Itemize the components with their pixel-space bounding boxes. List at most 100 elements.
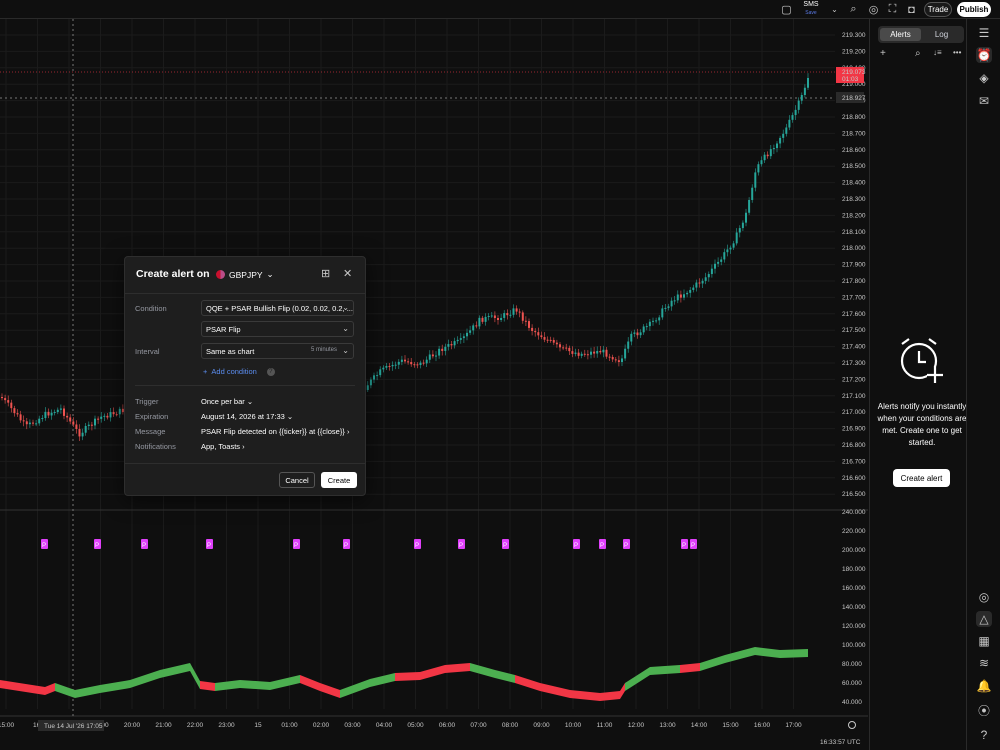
notifications-value[interactable]: App, Toasts › <box>201 442 245 451</box>
tab-alerts[interactable]: Alerts <box>880 28 921 41</box>
candle <box>655 320 658 322</box>
candle <box>369 379 372 386</box>
indicator-tick-label: 240.000 <box>842 509 866 516</box>
camera-icon[interactable]: ◘ <box>905 3 918 16</box>
candle <box>497 317 499 320</box>
qqe-band-segment <box>650 665 680 675</box>
candle <box>115 414 118 416</box>
sms-label[interactable]: SMS <box>800 1 822 9</box>
currency-flag-icon <box>216 270 225 279</box>
candle <box>22 420 25 422</box>
time-tick-label: 21:00 <box>155 722 172 729</box>
candle <box>78 429 81 437</box>
candle <box>738 228 741 233</box>
alerts-panel: Alerts Log + ⌕ ↓≡ ••• Alerts notify you … <box>869 19 966 750</box>
time-tick-label: 03:00 <box>344 722 361 729</box>
psar-marker-label: P <box>95 543 99 549</box>
apps-grid-icon[interactable]: ⦿ <box>976 702 992 718</box>
interval-select[interactable]: Same as chart 5 minutes ⌄ <box>201 343 354 359</box>
condition-select[interactable]: QQE + PSAR Bullish Flip (0.02, 0.02, 0.2… <box>201 300 354 316</box>
candle <box>599 350 602 353</box>
add-to-watch-icon[interactable]: ⊞ <box>321 267 330 280</box>
candle <box>438 348 441 356</box>
candle <box>720 259 723 262</box>
condition-sub-select[interactable]: PSAR Flip ⌄ <box>201 321 354 337</box>
time-tick-label: 15:00 <box>722 722 739 729</box>
layers-icon[interactable]: ◈ <box>976 70 992 86</box>
message-value[interactable]: PSAR Flip detected on {{ticker}} at {{cl… <box>201 427 349 436</box>
candle <box>450 344 453 346</box>
help-icon[interactable]: ? <box>266 367 275 376</box>
qqe-band-segment <box>320 683 340 698</box>
settings-icon[interactable]: ◎ <box>867 3 880 16</box>
target-icon[interactable]: ◎ <box>976 589 992 605</box>
time-tick-label: 23:00 <box>218 722 235 729</box>
chevron-down-icon: ⌄ <box>266 269 274 279</box>
candle <box>555 342 558 345</box>
fullscreen-icon[interactable]: ▢ <box>780 3 793 16</box>
cancel-button[interactable]: Cancel <box>279 472 315 488</box>
search-icon[interactable]: ⌕ <box>915 48 921 59</box>
empty-state-text: Alerts notify you instantly when your co… <box>877 402 967 447</box>
rss-icon[interactable]: ≋ <box>976 655 992 671</box>
indicator-tick-label: 220.000 <box>842 528 866 535</box>
price-tick-label: 217.200 <box>842 376 866 383</box>
alarm-clock-icon[interactable]: ⏰ <box>976 47 992 63</box>
create-button[interactable]: Create <box>321 472 357 488</box>
candle <box>608 356 611 358</box>
create-alert-dialog: Create alert on GBPJPY ⌄ ⊞ ✕ Condition Q… <box>124 256 366 496</box>
candle <box>583 353 586 355</box>
search-off-icon[interactable]: ⌕ <box>847 3 860 16</box>
time-tick-label: 02:00 <box>313 722 330 729</box>
price-tick-label: 218.400 <box>842 180 866 187</box>
symbol-selector[interactable]: GBPJPY ⌄ <box>216 269 274 280</box>
candle <box>87 424 90 426</box>
crosshair-price-label: 218.927 <box>842 95 866 102</box>
candle <box>500 317 503 320</box>
candle <box>35 423 38 425</box>
candle <box>28 422 31 425</box>
candle <box>487 315 490 317</box>
qqe-band-segment <box>755 647 780 658</box>
close-icon[interactable]: ✕ <box>343 267 352 280</box>
candle <box>636 332 639 336</box>
tab-log[interactable]: Log <box>921 28 962 41</box>
expiration-value[interactable]: August 14, 2026 at 17:33 ⌄ <box>201 412 293 421</box>
divider <box>125 293 365 294</box>
price-tick-label: 219.300 <box>842 32 866 39</box>
candle <box>435 355 437 357</box>
candle <box>695 282 698 288</box>
sort-icon[interactable]: ↓≡ <box>933 48 942 57</box>
calendar-icon[interactable]: ▦ <box>976 633 992 649</box>
candle <box>118 408 121 415</box>
candle <box>382 367 385 370</box>
more-icon[interactable]: ••• <box>953 48 961 57</box>
trigger-value[interactable]: Once per bar ⌄ <box>201 397 253 406</box>
trade-button[interactable]: Trade <box>924 2 952 17</box>
candle <box>751 187 754 200</box>
candle <box>562 347 565 349</box>
candle <box>422 362 425 364</box>
bell-icon[interactable]: 🔔 <box>976 678 992 694</box>
help-icon[interactable]: ? <box>976 727 992 743</box>
psar-marker-label: P <box>503 543 507 549</box>
add-alert-icon[interactable]: + <box>880 48 886 59</box>
expand-icon[interactable]: ⛶ <box>886 3 899 16</box>
candle <box>661 308 664 318</box>
price-tick-label: 217.300 <box>842 360 866 367</box>
indicator-tick-label: 180.000 <box>842 566 866 573</box>
candle <box>478 317 481 327</box>
chevron-down-icon: ⌄ <box>342 324 349 333</box>
candle <box>797 100 800 110</box>
publish-button[interactable]: Publish <box>957 2 991 17</box>
candle <box>537 332 540 336</box>
chat-icon[interactable]: ✉ <box>976 93 992 109</box>
pine-icon[interactable]: △ <box>976 611 992 627</box>
add-condition-link[interactable]: + Add condition ? <box>203 367 275 376</box>
watchlist-icon[interactable]: ☰ <box>976 25 992 41</box>
chevron-down-icon[interactable]: ⌄ <box>828 3 841 16</box>
candle <box>472 325 475 331</box>
price-tick-label: 218.800 <box>842 114 866 121</box>
create-alert-button[interactable]: Create alert <box>893 469 950 487</box>
price-tick-label: 218.100 <box>842 229 866 236</box>
